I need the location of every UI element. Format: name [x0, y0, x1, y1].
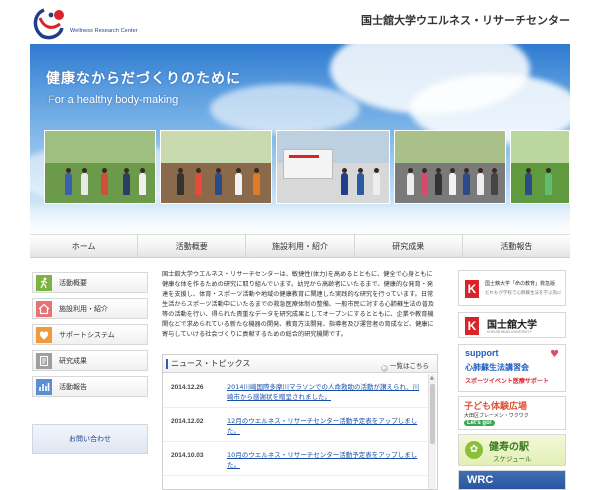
banner-kids-experience[interactable]: 子ども体験広場 大田区ブレーメン・ワクワク Let's go! — [458, 396, 566, 430]
news-link[interactable]: 2014川崎国際多摩川マラソンでの人命救助の活動が讃えられ、川崎市から感謝状を贈… — [227, 382, 423, 402]
banner-university-sub: KOKUSHIKAN UNIVERSITY — [487, 330, 532, 334]
scrollbar-thumb[interactable] — [430, 384, 435, 444]
sidebar-item-facilities[interactable]: 施設利用・紹介 — [32, 298, 148, 319]
hero-subtitle-lead: F — [48, 94, 55, 106]
run-icon — [36, 274, 52, 291]
sidebar-item-label: サポートシステム — [59, 330, 115, 339]
news-item: 2014.12.02 12月のウエルネス・リサーチセンター活動予定表をアップしま… — [163, 408, 427, 442]
sprout-icon: ✿ — [465, 441, 483, 459]
arrow-right-icon: ▶ — [381, 365, 388, 372]
banner-support-line3: スポーツイベント医療サポート — [465, 378, 549, 385]
nav-research-results[interactable]: 研究成果 — [355, 235, 463, 257]
sidebar-item-label: 活動概要 — [59, 278, 87, 287]
logo-text: Wellness Research Center — [70, 28, 138, 34]
news-list: 2014.12.26 2014川崎国際多摩川マラソンでの人命救助の活動が讃えられ… — [163, 374, 427, 489]
hero-photo-field-activity — [160, 130, 272, 204]
news-item: 2014.10.03 10月のウエルネス・リサーチセンター活動予定表をアップしま… — [163, 442, 427, 476]
banner-education[interactable]: K 国士舘大学「命の教育」救急版 だれもが学校で心肺蘇生法を学ぶ為に — [458, 270, 566, 306]
hero-subtitle: For a healthy body-making — [48, 94, 178, 106]
sidebar-item-label: 研究成果 — [59, 356, 87, 365]
banner-support-line1: support — [465, 348, 499, 358]
sidebar-item-activity-overview[interactable]: 活動概要 — [32, 272, 148, 293]
news-panel: ニュース・トピックス ▶ 一覧はこちら 2014.12.26 2014川崎国際多摩… — [162, 354, 438, 490]
sidebar-item-label: 施設利用・紹介 — [59, 304, 108, 313]
nav-home[interactable]: ホーム — [30, 235, 139, 257]
banner-kids-line1: 子ども体験広場 — [464, 402, 528, 412]
banner-wrc-title: WRC — [467, 474, 494, 486]
logo[interactable]: Wellness Research Center — [30, 6, 150, 42]
banner-education-line1: 国士舘大学「命の教育」救急版 — [485, 281, 556, 287]
hero-banner: 健康なからだづくりのために For a healthy body-making — [30, 44, 570, 234]
k-logo-icon: K — [465, 317, 479, 335]
scroll-up-icon[interactable]: ▲ — [430, 375, 434, 381]
chart-icon — [36, 378, 52, 395]
news-date: 2014.12.02 — [171, 418, 204, 425]
logo-mark-icon — [33, 8, 64, 40]
sidebar-item-support-system[interactable]: サポートシステム — [32, 324, 148, 345]
hero-subtitle-rest: or a healthy body-making — [54, 94, 179, 106]
hero-title: 健康なからだづくりのために — [46, 71, 241, 87]
sidebar-item-activity-report[interactable]: 活動報告 — [32, 376, 148, 397]
banner-support-line2: 心肺蘇生法講習会 — [465, 363, 529, 372]
banner-station-title: 健寿の駅 — [489, 442, 529, 453]
hero-photo-children-race — [44, 130, 156, 204]
intro-text: 国士舘大学ウエルネス・リサーチセンターは、敏捷性(体力)を高めるとともに、健全で… — [162, 271, 435, 338]
news-link[interactable]: 12月のウエルネス・リサーチセンター活動予定表をアップしました。 — [227, 416, 423, 436]
contact-button[interactable]: お問い合わせ — [32, 424, 148, 454]
news-date: 2014.10.03 — [171, 452, 204, 459]
document-icon — [36, 352, 52, 369]
hero-photo-ambulance — [276, 130, 390, 204]
banner-education-line2: だれもが学校で心肺蘇生法を学ぶ為に — [485, 291, 562, 296]
k-logo-icon: K — [465, 280, 479, 298]
news-header: ニュース・トピックス ▶ 一覧はこちら — [163, 355, 437, 373]
main-nav: ホーム 活動概要 施設利用・紹介 研究成果 活動報告 — [30, 234, 570, 258]
site-title: 国士舘大学ウエルネス・リサーチセンター — [361, 14, 570, 27]
nav-activity-overview[interactable]: 活動概要 — [138, 235, 247, 257]
news-more-link[interactable]: ▶ 一覧はこちら — [381, 360, 429, 372]
hero-photo-outdoor — [510, 130, 570, 204]
news-date: 2014.12.26 — [171, 384, 204, 391]
banner-kokushikan-university[interactable]: K 国士舘大学 KOKUSHIKAN UNIVERSITY — [458, 312, 566, 338]
sidebar-item-research-results[interactable]: 研究成果 — [32, 350, 148, 371]
banner-wrc[interactable]: WRC — [458, 470, 566, 490]
heart-icon: ♥ — [550, 349, 559, 360]
heart-icon — [36, 326, 52, 343]
banner-health-station[interactable]: ✿ 健寿の駅 スケジュール — [458, 434, 566, 466]
banner-kids-badge: Let's go! — [464, 420, 495, 426]
banner-university-title: 国士舘大学 — [487, 320, 537, 331]
nav-activity-report[interactable]: 活動報告 — [463, 235, 570, 257]
news-scrollbar[interactable]: ▲ — [428, 374, 436, 489]
house-icon — [36, 300, 52, 317]
nav-facilities[interactable]: 施設利用・紹介 — [246, 235, 355, 257]
sidebar-item-label: 活動報告 — [59, 382, 87, 391]
news-title: ニュース・トピックス — [171, 359, 251, 368]
news-more-label: 一覧はこちら — [390, 362, 429, 370]
news-link[interactable]: 10月のウエルネス・リサーチセンター活動予定表をアップしました。 — [227, 450, 423, 470]
banner-kids-line2: 大田区ブレーメン・ワクワク — [464, 413, 529, 419]
banner-cpr-support[interactable]: support 心肺蘇生法講習会 スポーツイベント医療サポート ♥ — [458, 344, 566, 392]
banner-station-sub: スケジュール — [493, 455, 532, 463]
news-item: 2014.12.26 2014川崎国際多摩川マラソンでの人命救助の活動が讃えられ… — [163, 374, 427, 408]
contact-label: お問い合わせ — [69, 435, 111, 443]
hero-photo-group — [394, 130, 506, 204]
sidebar-menu: 活動概要 施設利用・紹介 サポートシステム 研究成果 活動報告 — [32, 272, 148, 402]
site-header: Wellness Research Center 国士舘大学ウエルネス・リサーチ… — [0, 0, 600, 44]
